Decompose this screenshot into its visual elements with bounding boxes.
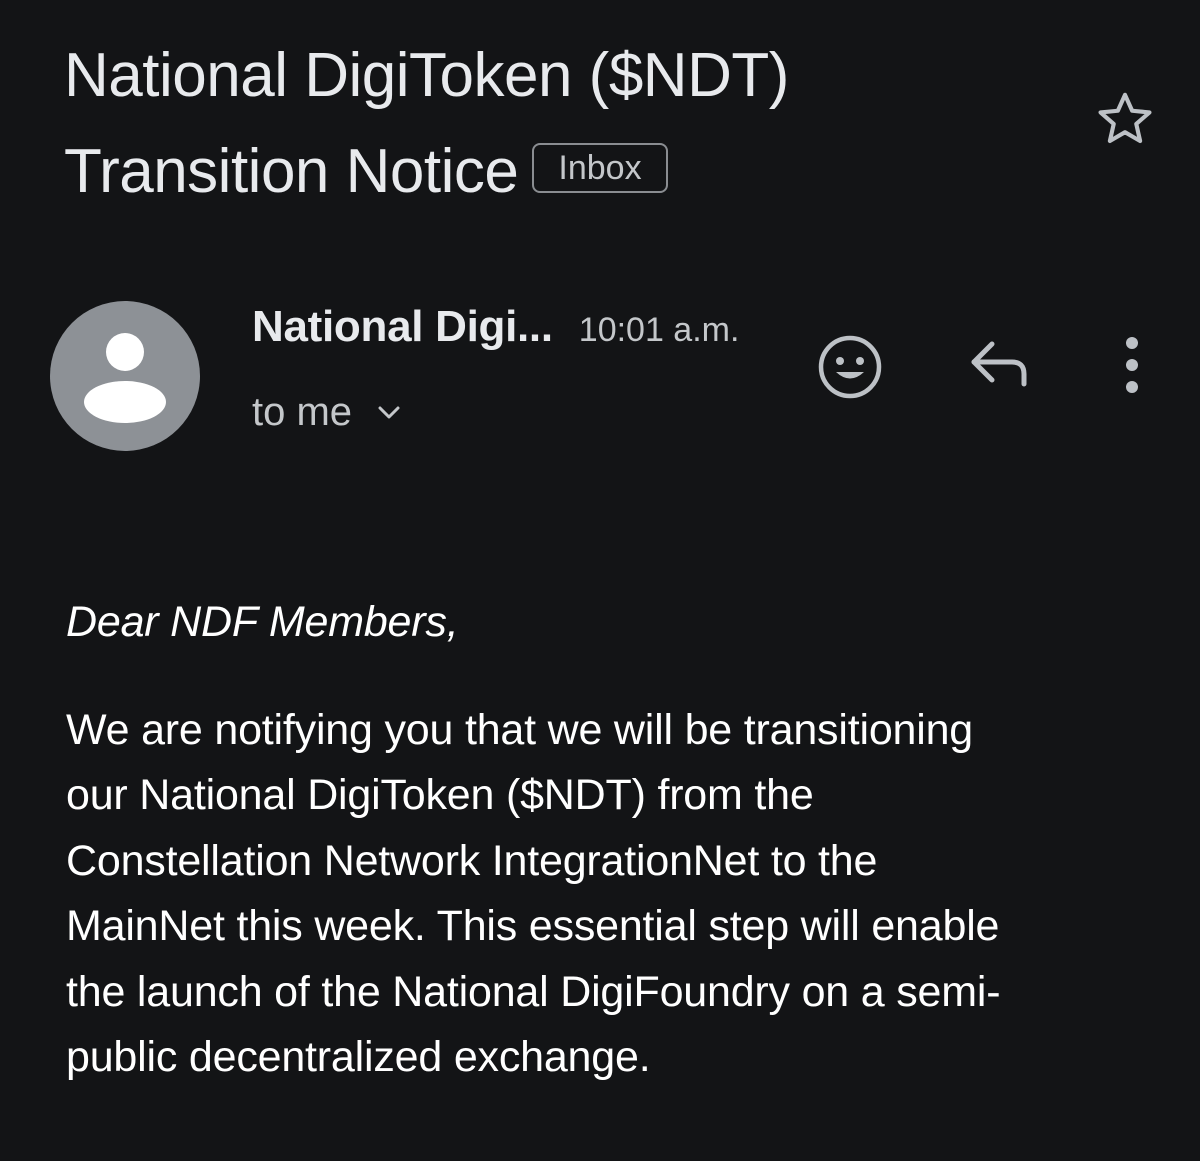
email-subject-line-2: Transition Notice Inbox	[64, 124, 1064, 220]
person-icon	[84, 333, 166, 423]
email-greeting: Dear NDF Members,	[66, 598, 459, 646]
body-line: our National DigiToken ($NDT) from the	[66, 771, 814, 819]
add-emoji-reaction-icon[interactable]	[816, 333, 884, 401]
email-body: Dear NDF Members, We are notifying you t…	[66, 590, 1146, 1091]
email-timestamp: 10:01 a.m.	[578, 311, 740, 349]
chevron-down-icon	[378, 406, 400, 418]
email-subject-line-1: National DigiToken ($NDT)	[64, 41, 789, 110]
email-paragraph: We are notifying you that we will be tra…	[66, 698, 1146, 1091]
body-line: We are notifying you that we will be tra…	[66, 705, 974, 754]
body-line: public decentralized exchange.	[66, 1033, 651, 1081]
body-line: the launch of the National DigiFoundry o…	[66, 967, 1001, 1016]
body-line: MainNet this week. This essential step w…	[66, 902, 1000, 950]
sender-avatar[interactable]	[50, 301, 200, 451]
email-subject: National DigiToken ($NDT) Transition Not…	[64, 28, 1064, 220]
subject-header: National DigiToken ($NDT) Transition Not…	[64, 28, 1064, 220]
more-vertical-icon[interactable]	[1110, 334, 1154, 396]
body-line: Constellation Network IntegrationNet to …	[66, 836, 878, 885]
star-icon[interactable]	[1092, 86, 1158, 152]
reply-arrow-icon[interactable]	[966, 336, 1032, 392]
recipient-label: to me	[252, 390, 353, 434]
email-subject-line-2-text: Transition Notice	[64, 137, 519, 206]
inbox-label-badge[interactable]: Inbox	[532, 142, 668, 193]
sender-row: National Digi... 10:01 a.m.	[252, 302, 739, 352]
sender-name[interactable]: National Digi...	[252, 302, 553, 352]
recipient-details-toggle[interactable]: to me	[252, 390, 404, 435]
